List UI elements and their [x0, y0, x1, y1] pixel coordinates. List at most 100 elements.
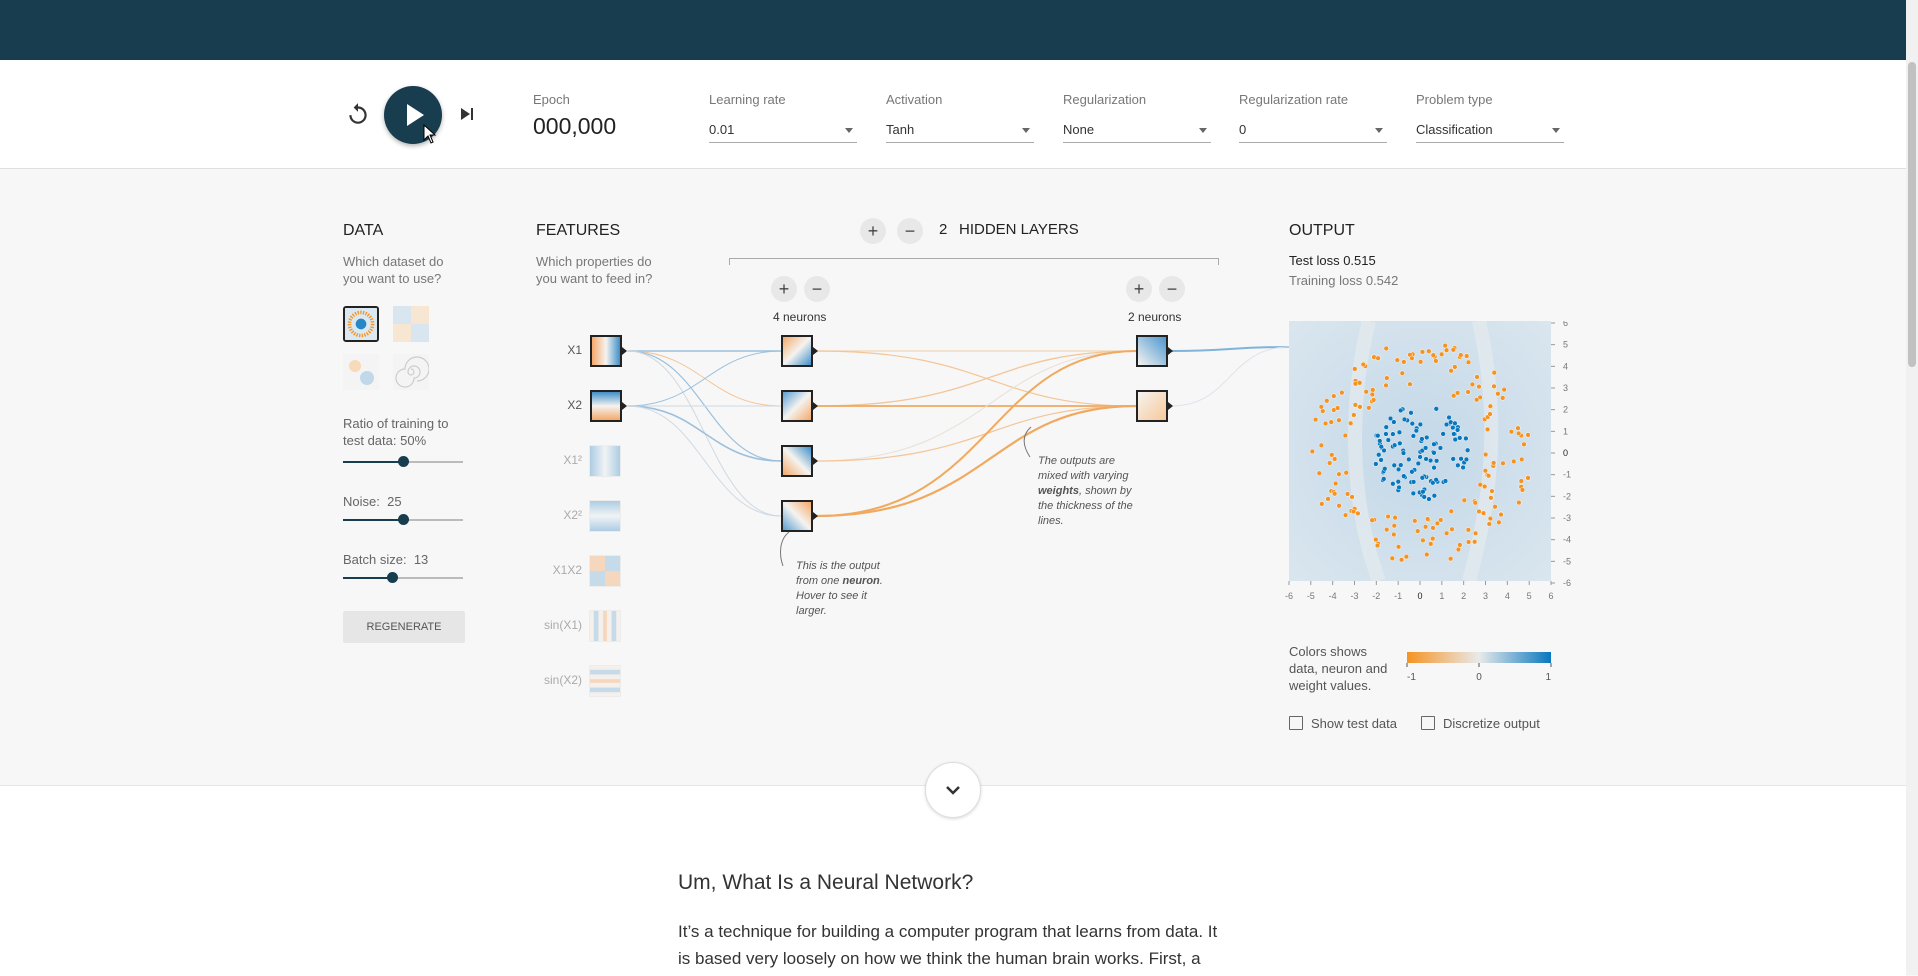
remove-layer-button[interactable]: − — [897, 218, 923, 244]
data-point-positive — [1431, 441, 1437, 447]
data-point-positive — [1437, 445, 1444, 451]
data-point-negative — [1525, 475, 1531, 481]
data-point-positive — [1443, 421, 1450, 428]
colors-description: Colors shows data, neuron and weight val… — [1289, 644, 1388, 693]
data-point-negative — [1464, 353, 1470, 359]
data-point-positive — [1401, 473, 1407, 479]
feature-sinx2-box[interactable] — [589, 665, 621, 697]
data-point-positive — [1400, 450, 1407, 456]
add-layer-button[interactable]: + — [860, 218, 886, 244]
data-point-positive — [1451, 431, 1457, 437]
x-tick-label: -2 — [1372, 591, 1380, 601]
show-test-data-label: Show test data — [1311, 716, 1397, 731]
x-tick-label: 3 — [1483, 591, 1488, 601]
data-point-negative — [1428, 541, 1434, 547]
data-point-positive — [1415, 460, 1421, 467]
y-tick-label: 3 — [1563, 383, 1568, 393]
feature-x2-box[interactable] — [590, 390, 622, 422]
data-point-positive — [1410, 490, 1416, 497]
data-point-negative — [1332, 480, 1339, 487]
note-neuron-bold: neuron — [842, 575, 880, 587]
note-neuron: This is the output from one neuron. Hove… — [796, 559, 892, 619]
data-point-negative — [1472, 500, 1478, 506]
data-point-negative — [1518, 478, 1524, 484]
data-point-positive — [1423, 456, 1429, 462]
test-loss-value: 0.515 — [1343, 253, 1376, 268]
data-point-negative — [1350, 508, 1357, 515]
x-tick-label: 6 — [1548, 591, 1553, 601]
feature-x1-box[interactable] — [590, 335, 622, 367]
data-point-negative — [1366, 405, 1372, 411]
discretize-output-label: Discretize output — [1443, 716, 1540, 731]
data-point-negative — [1383, 382, 1389, 389]
training-loss-value: 0.542 — [1365, 273, 1399, 288]
data-point-positive — [1383, 431, 1389, 437]
data-point-negative — [1349, 494, 1355, 500]
neuron-2-1[interactable] — [1136, 335, 1168, 367]
data-point-negative — [1426, 348, 1432, 354]
data-point-negative — [1342, 512, 1349, 518]
data-point-positive — [1385, 437, 1391, 443]
note-weights-pre: The outputs are mixed with varying — [1038, 455, 1129, 482]
data-point-negative — [1438, 351, 1445, 357]
data-point-negative — [1492, 504, 1498, 510]
data-point-positive — [1442, 478, 1449, 484]
data-point-positive — [1424, 434, 1430, 441]
expand-button[interactable] — [925, 762, 981, 818]
data-point-negative — [1357, 380, 1363, 386]
data-point-negative — [1476, 384, 1482, 390]
neuron-1-2[interactable] — [781, 390, 813, 422]
feature-x2sq-box[interactable] — [589, 500, 621, 532]
data-point-negative — [1443, 530, 1450, 536]
test-loss-label: Test loss — [1289, 253, 1340, 268]
data-point-positive — [1431, 450, 1437, 456]
neuron-1-1[interactable] — [781, 335, 813, 367]
y-tick-label: 5 — [1563, 340, 1568, 350]
feature-sinx1-box[interactable] — [589, 610, 621, 642]
checkbox-icon — [1421, 716, 1435, 730]
layer1-remove-neuron-button[interactable]: − — [804, 276, 830, 302]
data-point-negative — [1339, 390, 1345, 396]
neuron-1-4[interactable] — [781, 500, 813, 532]
data-point-negative — [1448, 508, 1454, 514]
data-point-negative — [1419, 349, 1426, 355]
feature-x1x2-box[interactable] — [589, 555, 621, 587]
data-point-negative — [1329, 452, 1335, 458]
data-point-negative — [1465, 527, 1472, 533]
data-point-negative — [1394, 357, 1400, 363]
scrollbar-thumb[interactable] — [1908, 62, 1916, 367]
data-point-positive — [1375, 433, 1381, 439]
data-point-negative — [1461, 497, 1467, 503]
output-heatmap[interactable] — [1289, 321, 1551, 581]
x-tick-label: -1 — [1394, 591, 1402, 601]
output-title: OUTPUT — [1289, 222, 1355, 239]
data-point-positive — [1377, 438, 1383, 444]
data-point-negative — [1403, 554, 1410, 560]
scrollbar[interactable] — [1906, 0, 1918, 975]
data-point-positive — [1460, 464, 1466, 471]
x-tick-label: -5 — [1307, 591, 1315, 601]
layer2-remove-neuron-button[interactable]: − — [1159, 276, 1185, 302]
data-point-negative — [1489, 488, 1495, 494]
layer2-add-neuron-button[interactable]: + — [1126, 276, 1152, 302]
neuron-2-2[interactable] — [1136, 390, 1168, 422]
show-test-data-checkbox[interactable]: Show test data — [1289, 716, 1397, 731]
feature-label-x1x2: X1X2 — [552, 563, 582, 577]
article-title: Um, What Is a Neural Network? — [678, 871, 974, 894]
data-point-positive — [1378, 457, 1384, 463]
data-point-negative — [1392, 515, 1398, 521]
data-point-positive — [1395, 479, 1401, 485]
data-point-positive — [1409, 420, 1415, 427]
data-point-negative — [1487, 515, 1494, 522]
scale-max-label: 1 — [1545, 672, 1551, 683]
neuron-1-3[interactable] — [781, 445, 813, 477]
layer1-add-neuron-button[interactable]: + — [771, 276, 797, 302]
data-point-negative — [1465, 539, 1472, 545]
note-arrow-neuron — [780, 531, 790, 567]
data-point-negative — [1508, 429, 1515, 435]
feature-x1sq-box[interactable] — [589, 445, 621, 477]
discretize-output-checkbox[interactable]: Discretize output — [1421, 716, 1540, 731]
feature-label-sinx2: sin(X2) — [543, 673, 582, 687]
data-point-positive — [1382, 466, 1388, 472]
x-tick-label: 1 — [1439, 591, 1444, 601]
